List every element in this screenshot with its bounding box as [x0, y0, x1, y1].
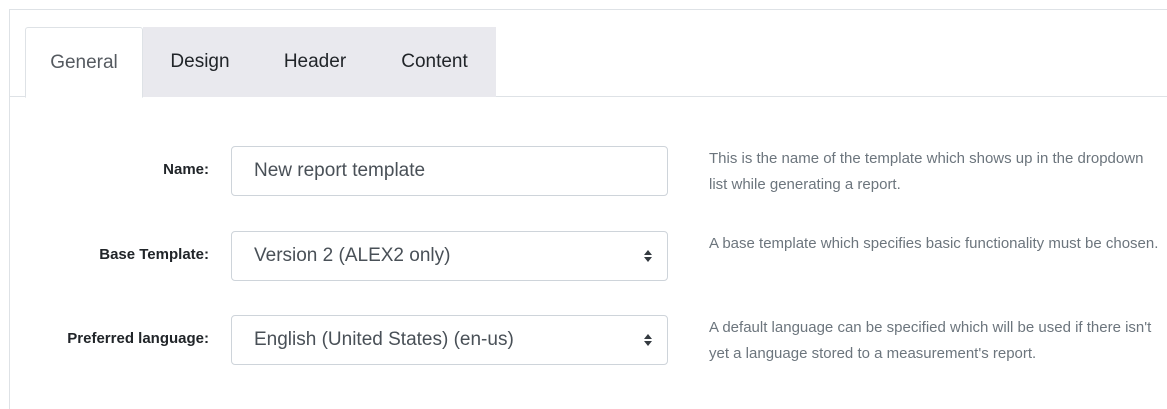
- tab-content[interactable]: Content: [373, 27, 496, 97]
- tab-content-label: Content: [401, 51, 468, 72]
- tab-design[interactable]: Design: [143, 27, 257, 97]
- preferred-language-value: English (United States) (en-us): [254, 329, 514, 350]
- base-template-help-text: A base template which specifies basic fu…: [709, 235, 1159, 252]
- select-arrows-icon: [644, 334, 652, 346]
- preferred-language-label: Preferred language:: [67, 330, 209, 347]
- tab-bar: General Design Header Content: [10, 10, 1167, 98]
- name-label: Name:: [163, 161, 209, 178]
- base-template-label: Base Template:: [99, 246, 209, 263]
- name-help-text: This is the name of the template which s…: [709, 150, 1144, 193]
- tab-design-label: Design: [170, 51, 230, 72]
- base-template-value: Version 2 (ALEX2 only): [254, 245, 451, 266]
- tab-header-label: Header: [283, 51, 347, 72]
- base-template-select[interactable]: Version 2 (ALEX2 only): [231, 231, 668, 281]
- select-arrows-icon: [644, 250, 652, 262]
- name-input-value: New report template: [254, 160, 426, 181]
- name-input[interactable]: New report template: [231, 146, 668, 196]
- tab-general[interactable]: General: [25, 27, 143, 98]
- tab-general-label: General: [50, 51, 118, 73]
- template-editor-panel: General Design Header Content Name: New …: [9, 9, 1167, 409]
- preferred-language-select[interactable]: English (United States) (en-us): [231, 315, 668, 365]
- preferred-language-help-text: A default language can be specified whic…: [709, 319, 1152, 362]
- tab-header[interactable]: Header: [257, 27, 373, 97]
